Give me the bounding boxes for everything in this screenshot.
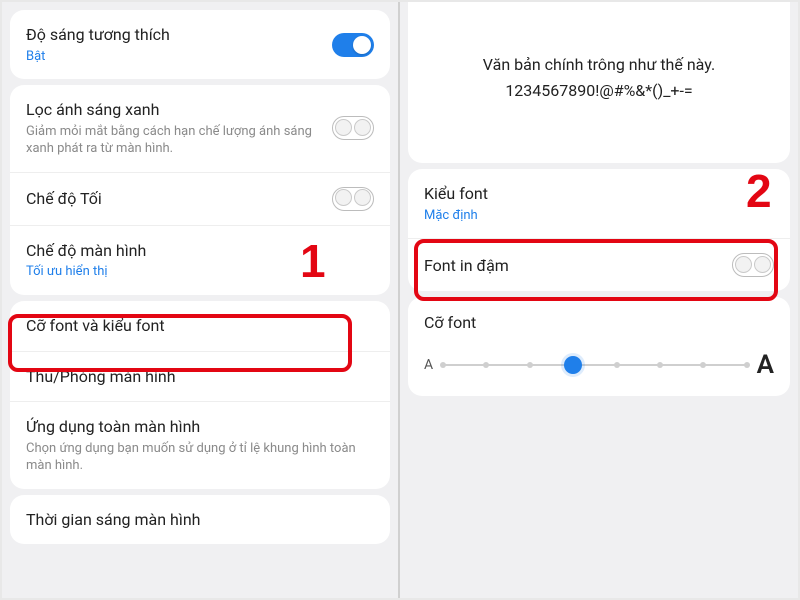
- slider-tick: [527, 362, 533, 368]
- dark-mode-toggle[interactable]: [332, 187, 374, 211]
- row-screen-timeout[interactable]: Thời gian sáng màn hình: [10, 495, 390, 545]
- row-adaptive-brightness[interactable]: Độ sáng tương thích Bật: [10, 10, 390, 79]
- row-blue-light-filter[interactable]: Lọc ánh sáng xanh Giảm mỏi mắt bằng cách…: [10, 85, 390, 172]
- blue-light-title: Lọc ánh sáng xanh: [26, 99, 332, 121]
- slider-tick: [700, 362, 706, 368]
- bold-font-title: Font in đậm: [424, 255, 732, 277]
- bold-font-toggle[interactable]: [732, 253, 774, 277]
- adaptive-brightness-state: Bật: [26, 48, 332, 66]
- row-fullscreen-apps[interactable]: Ứng dụng toàn màn hình Chọn ứng dụng bạn…: [10, 401, 390, 489]
- screen-timeout-title: Thời gian sáng màn hình: [26, 509, 374, 531]
- fullscreen-apps-desc: Chọn ứng dụng bạn muốn sử dụng ở tỉ lệ k…: [26, 440, 374, 475]
- preview-text-line2: 1234567890!@#%&*()_+-=: [424, 78, 774, 104]
- pane-step-2: Văn bản chính trông như thế này. 1234567…: [400, 2, 798, 598]
- font-style-value: Mặc định: [424, 207, 774, 225]
- slider-tick: [614, 362, 620, 368]
- font-preview-area: Văn bản chính trông như thế này. 1234567…: [408, 2, 790, 163]
- screen-mode-title: Chế độ màn hình: [26, 240, 374, 262]
- slider-tick: [483, 362, 489, 368]
- font-size-small-a-icon: A: [424, 357, 433, 373]
- row-font-size-style[interactable]: Cỡ font và kiểu font: [10, 301, 390, 351]
- adaptive-brightness-title: Độ sáng tương thích: [26, 24, 332, 46]
- fullscreen-apps-title: Ứng dụng toàn màn hình: [26, 416, 374, 438]
- row-font-style[interactable]: Kiểu font Mặc định: [408, 169, 790, 238]
- row-screen-mode[interactable]: Chế độ màn hình Tối ưu hiển thị: [10, 225, 390, 295]
- screen-zoom-title: Thu/Phóng màn hình: [26, 366, 374, 388]
- row-dark-mode[interactable]: Chế độ Tối: [10, 172, 390, 225]
- blue-light-desc: Giảm mỏi mắt bằng cách hạn chế lượng ánh…: [26, 123, 332, 158]
- screen-mode-value: Tối ưu hiển thị: [26, 263, 374, 281]
- slider-tick: [440, 362, 446, 368]
- font-style-title: Kiểu font: [424, 183, 774, 205]
- font-size-block: Cỡ font A A: [408, 297, 790, 396]
- row-bold-font[interactable]: Font in đậm: [408, 238, 790, 291]
- slider-tick: [657, 362, 663, 368]
- slider-thumb[interactable]: [564, 356, 582, 374]
- tutorial-split-view: Độ sáng tương thích Bật Lọc ánh sáng xan…: [2, 2, 798, 598]
- preview-text-line1: Văn bản chính trông như thế này.: [424, 52, 774, 78]
- font-size-title: Cỡ font: [424, 313, 774, 332]
- font-size-slider[interactable]: [443, 355, 747, 375]
- adaptive-brightness-toggle[interactable]: [332, 33, 374, 57]
- slider-tick: [744, 362, 750, 368]
- row-screen-zoom[interactable]: Thu/Phóng màn hình: [10, 351, 390, 402]
- dark-mode-title: Chế độ Tối: [26, 188, 332, 210]
- font-size-style-title: Cỡ font và kiểu font: [26, 315, 374, 337]
- font-size-big-a-icon: A: [757, 350, 774, 380]
- pane-step-1: Độ sáng tương thích Bật Lọc ánh sáng xan…: [2, 2, 400, 598]
- blue-light-toggle[interactable]: [332, 116, 374, 140]
